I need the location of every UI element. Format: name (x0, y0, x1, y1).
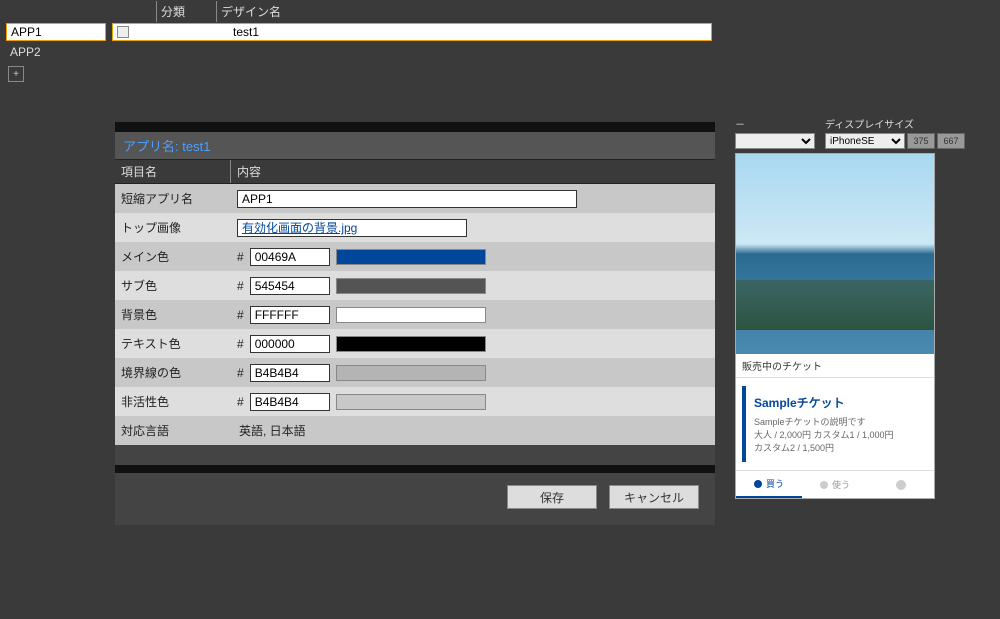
preview-select-1[interactable] (735, 133, 815, 149)
card-subtitle: Sampleチケットの説明です (754, 415, 920, 428)
settings-panel: アプリ名: test1 項目名 内容 短縮アプリ名 トップ画像 メイン色 # サ… (115, 122, 715, 525)
tab-use[interactable]: 使う (802, 471, 868, 498)
input-main-color[interactable] (250, 248, 330, 266)
app-name-cell[interactable]: APP1 (6, 23, 106, 41)
row-short-name: 短縮アプリ名 (115, 184, 715, 213)
value-languages: 英語, 日本語 (237, 422, 306, 439)
app-row[interactable]: APP1 test1 (0, 22, 1000, 42)
label-bg-color: 背景色 (115, 303, 231, 326)
row-sub-color: サブ色 # (115, 271, 715, 300)
preview-sizes-label: ディスプレイサイズ (825, 116, 965, 131)
swatch-border-color (336, 365, 486, 381)
device-select[interactable]: iPhoneSE (825, 133, 905, 149)
row-main-color: メイン色 # (115, 242, 715, 271)
app-row[interactable]: APP2 (0, 42, 1000, 62)
design-cell[interactable]: test1 (112, 23, 712, 41)
tab-profile[interactable] (868, 471, 934, 498)
col-item-name: 項目名 (115, 160, 231, 183)
input-text-color[interactable] (250, 335, 330, 353)
tabbar: 買う 使う (736, 470, 934, 498)
ticket-icon (754, 480, 762, 488)
header-design-name: デザイン名 (216, 1, 316, 22)
label-sub-color: サブ色 (115, 274, 231, 297)
save-button[interactable]: 保存 (507, 485, 597, 509)
input-sub-color[interactable] (250, 277, 330, 295)
card-line-2: カスタム2 / 1,500円 (754, 441, 920, 454)
input-short-name[interactable] (237, 190, 577, 208)
plus-icon: + (13, 69, 19, 80)
row-text-color: テキスト色 # (115, 329, 715, 358)
row-bg-color: 背景色 # (115, 300, 715, 329)
row-top-image: トップ画像 (115, 213, 715, 242)
cancel-button[interactable]: キャンセル (609, 485, 699, 509)
app-name-cell[interactable]: APP2 (6, 44, 106, 60)
input-inactive-color[interactable] (250, 393, 330, 411)
row-border-color: 境界線の色 # (115, 358, 715, 387)
label-short-name: 短縮アプリ名 (115, 187, 231, 210)
input-bg-color[interactable] (250, 306, 330, 324)
height-button[interactable]: 667 (937, 133, 965, 149)
check-icon (820, 481, 828, 489)
checkbox-icon[interactable] (117, 26, 129, 38)
label-border-color: 境界線の色 (115, 361, 231, 384)
panel-title: アプリ名: test1 (115, 132, 715, 159)
label-inactive-color: 非活性色 (115, 390, 231, 413)
input-border-color[interactable] (250, 364, 330, 382)
col-value: 内容 (231, 160, 715, 183)
row-inactive-color: 非活性色 # (115, 387, 715, 416)
swatch-main-color (336, 249, 486, 265)
width-button[interactable]: 375 (907, 133, 935, 149)
label-text-color: テキスト色 (115, 332, 231, 355)
preview-spacer-label: － (735, 116, 815, 131)
swatch-sub-color (336, 278, 486, 294)
row-languages: 対応言語 英語, 日本語 (115, 416, 715, 445)
input-top-image[interactable] (237, 219, 467, 237)
ticket-card[interactable]: Sampleチケット Sampleチケットの説明です 大人 / 2,000円 カ… (742, 386, 928, 462)
add-app-button[interactable]: + (8, 66, 24, 82)
label-languages: 対応言語 (115, 419, 231, 442)
hero-image (736, 154, 934, 354)
person-icon (896, 480, 906, 490)
swatch-bg-color (336, 307, 486, 323)
card-line-1: 大人 / 2,000円 カスタム1 / 1,000円 (754, 428, 920, 441)
preview-pane: － ディスプレイサイズ iPhoneSE 375 667 販売中のチケット Sa… (735, 116, 965, 499)
design-name-text: test1 (233, 25, 259, 39)
header-category: 分類 (156, 1, 216, 22)
label-top-image: トップ画像 (115, 216, 231, 239)
swatch-text-color (336, 336, 486, 352)
phone-preview: 販売中のチケット Sampleチケット Sampleチケットの説明です 大人 /… (735, 153, 935, 499)
preview-subheader: 販売中のチケット (736, 354, 934, 378)
tab-buy[interactable]: 買う (736, 471, 802, 498)
swatch-inactive-color (336, 394, 486, 410)
label-main-color: メイン色 (115, 245, 231, 268)
card-title: Sampleチケット (754, 394, 920, 411)
